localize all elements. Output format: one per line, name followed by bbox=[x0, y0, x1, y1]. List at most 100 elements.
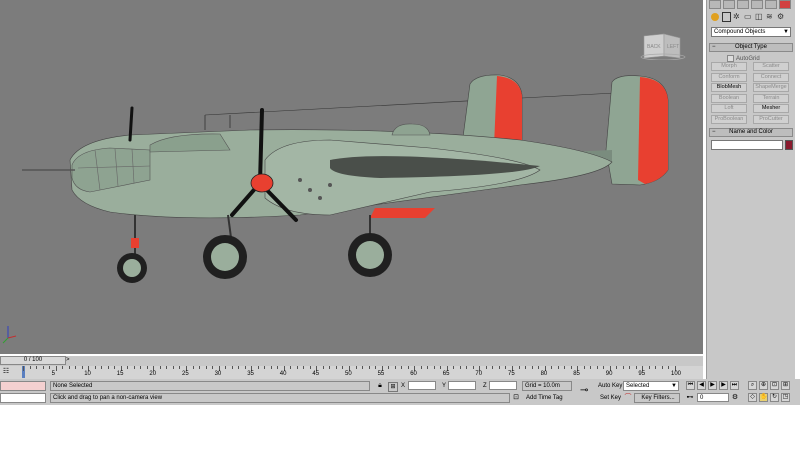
set-key-icon[interactable]: ⌒ bbox=[624, 394, 632, 402]
selection-status-text: None Selected bbox=[53, 383, 93, 389]
connect-button[interactable]: Connect bbox=[753, 72, 789, 82]
track-tick bbox=[36, 366, 38, 369]
track-tick bbox=[107, 366, 109, 369]
track-tick bbox=[159, 366, 161, 369]
scatter-button[interactable]: Scatter bbox=[753, 62, 789, 71]
pan-view-icon[interactable]: ✋ bbox=[759, 393, 768, 402]
track-tick bbox=[629, 366, 631, 369]
helpers-icon[interactable]: ◫ bbox=[755, 12, 764, 22]
selection-lock-icon[interactable]: 🔒︎ bbox=[376, 382, 384, 390]
previous-frame-icon[interactable]: ◀ bbox=[697, 381, 706, 390]
track-tick bbox=[172, 366, 174, 369]
absolute-mode-icon[interactable]: ⊞ bbox=[388, 382, 398, 392]
object-type-buttons: Morph Scatter Conform Connect BlobMesh S… bbox=[711, 62, 791, 124]
time-configuration-icon[interactable]: ⚙ bbox=[731, 394, 739, 402]
utilities-tab-icon[interactable] bbox=[779, 0, 791, 9]
object-type-rollout-header[interactable]: − Object Type bbox=[709, 43, 793, 52]
spacewarps-icon[interactable]: ≋ bbox=[766, 12, 775, 22]
track-tick bbox=[29, 366, 31, 369]
object-color-swatch[interactable] bbox=[785, 140, 793, 150]
modify-tab-icon[interactable] bbox=[723, 0, 735, 9]
loft-button[interactable]: Loft bbox=[711, 104, 747, 113]
track-tick bbox=[329, 366, 331, 369]
motion-tab-icon[interactable] bbox=[751, 0, 763, 9]
display-tab-icon[interactable] bbox=[765, 0, 777, 9]
hierarchy-tab-icon[interactable] bbox=[737, 0, 749, 9]
time-slider-next-button[interactable]: > bbox=[66, 356, 72, 365]
perspective-viewport[interactable]: BACK LEFT bbox=[0, 0, 703, 354]
field-of-view-icon[interactable]: ◇ bbox=[748, 393, 757, 402]
maxscript-output-field[interactable] bbox=[0, 393, 46, 403]
track-tick-label: 20 bbox=[149, 371, 157, 377]
track-tick bbox=[401, 366, 403, 369]
cameras-icon[interactable]: ▭ bbox=[744, 12, 753, 22]
track-tick bbox=[205, 366, 207, 369]
create-tab-icon[interactable] bbox=[709, 0, 721, 9]
maxscript-listener-field[interactable] bbox=[0, 381, 46, 391]
geometry-icon[interactable] bbox=[711, 13, 719, 21]
track-tick bbox=[212, 366, 214, 369]
track-tick bbox=[583, 366, 585, 369]
track-tick bbox=[525, 366, 527, 369]
object-category-value: Compound Objects bbox=[714, 29, 766, 35]
aircraft-model[interactable] bbox=[0, 0, 703, 354]
object-name-field[interactable] bbox=[711, 140, 783, 150]
track-tick bbox=[531, 366, 533, 369]
track-tick bbox=[55, 366, 57, 371]
auto-key-button[interactable]: Auto Key bbox=[598, 382, 622, 390]
track-tick bbox=[231, 366, 233, 369]
zoom-all-icon[interactable]: ⊕ bbox=[759, 381, 768, 390]
key-mode-toggle-icon[interactable]: ⊷ bbox=[686, 394, 694, 402]
play-icon[interactable]: ▶ bbox=[708, 381, 717, 390]
go-to-start-icon[interactable]: ⏮ bbox=[686, 381, 695, 390]
track-tick bbox=[335, 366, 337, 369]
viewcube[interactable]: BACK LEFT bbox=[640, 30, 686, 60]
x-coordinate-field[interactable] bbox=[408, 381, 436, 390]
time-slider[interactable]: 0 / 100 > bbox=[0, 356, 703, 366]
orbit-icon[interactable]: ↻ bbox=[770, 393, 779, 402]
zoom-extents-icon[interactable]: ⊡ bbox=[770, 381, 779, 390]
set-key-button[interactable]: Set Key bbox=[600, 394, 621, 402]
track-tick bbox=[427, 366, 429, 369]
track-tick bbox=[362, 366, 364, 369]
current-frame-value: 0 bbox=[700, 395, 704, 401]
time-slider-thumb[interactable]: 0 / 100 bbox=[0, 356, 66, 365]
shapemerge-button[interactable]: ShapeMerge bbox=[753, 83, 789, 92]
y-coordinate-field[interactable] bbox=[448, 381, 476, 390]
name-and-color-rollout-header[interactable]: − Name and Color bbox=[709, 128, 793, 137]
lights-icon[interactable]: ✲ bbox=[733, 12, 742, 22]
track-tick bbox=[590, 366, 592, 369]
blobmesh-button[interactable]: BlobMesh bbox=[711, 83, 747, 92]
conform-button[interactable]: Conform bbox=[711, 72, 747, 82]
track-tick bbox=[264, 366, 266, 369]
track-tick bbox=[557, 366, 559, 369]
object-category-row: ✲ ▭ ◫ ≋ ⚙ bbox=[709, 12, 793, 24]
procutter-button[interactable]: ProCutter bbox=[753, 114, 789, 124]
track-bar[interactable]: ☷ 5 10 15 20 25 30 35 40 45 50 55 60 65 70 75 80 85 90 95 1… bbox=[0, 366, 703, 379]
current-frame-field[interactable]: 0 bbox=[697, 393, 729, 402]
track-tick bbox=[596, 366, 598, 369]
go-to-end-icon[interactable]: ⏭ bbox=[730, 381, 739, 390]
mesher-button[interactable]: Mesher bbox=[753, 104, 789, 113]
proboolean-button[interactable]: ProBoolean bbox=[711, 114, 747, 124]
add-time-tag-button[interactable]: Add Time Tag bbox=[526, 394, 563, 402]
time-tag-icon[interactable]: ⊡ bbox=[512, 394, 520, 402]
next-frame-icon[interactable]: ▶ bbox=[719, 381, 728, 390]
morph-button[interactable]: Morph bbox=[711, 62, 747, 71]
track-tick bbox=[62, 366, 64, 369]
curve-editor-icon[interactable]: ☷ bbox=[2, 368, 10, 376]
track-tick bbox=[433, 366, 435, 369]
track-tick-label: 50 bbox=[345, 371, 352, 377]
key-icon[interactable]: ⊸ bbox=[580, 386, 588, 396]
key-mode-dropdown[interactable]: Selected ▼ bbox=[623, 381, 679, 391]
terrain-button[interactable]: Terrain bbox=[753, 93, 789, 103]
maximize-viewport-icon[interactable]: ◳ bbox=[781, 393, 790, 402]
systems-icon[interactable]: ⚙ bbox=[777, 12, 786, 22]
object-category-dropdown[interactable]: Compound Objects ▼ bbox=[711, 27, 791, 37]
boolean-button[interactable]: Boolean bbox=[711, 93, 747, 103]
z-coordinate-field[interactable] bbox=[489, 381, 517, 390]
zoom-icon[interactable]: ⌕ bbox=[748, 381, 757, 390]
zoom-extents-all-icon[interactable]: ⊞ bbox=[781, 381, 790, 390]
shapes-icon[interactable] bbox=[722, 12, 731, 22]
key-filters-button[interactable]: Key Filters... bbox=[634, 393, 680, 403]
